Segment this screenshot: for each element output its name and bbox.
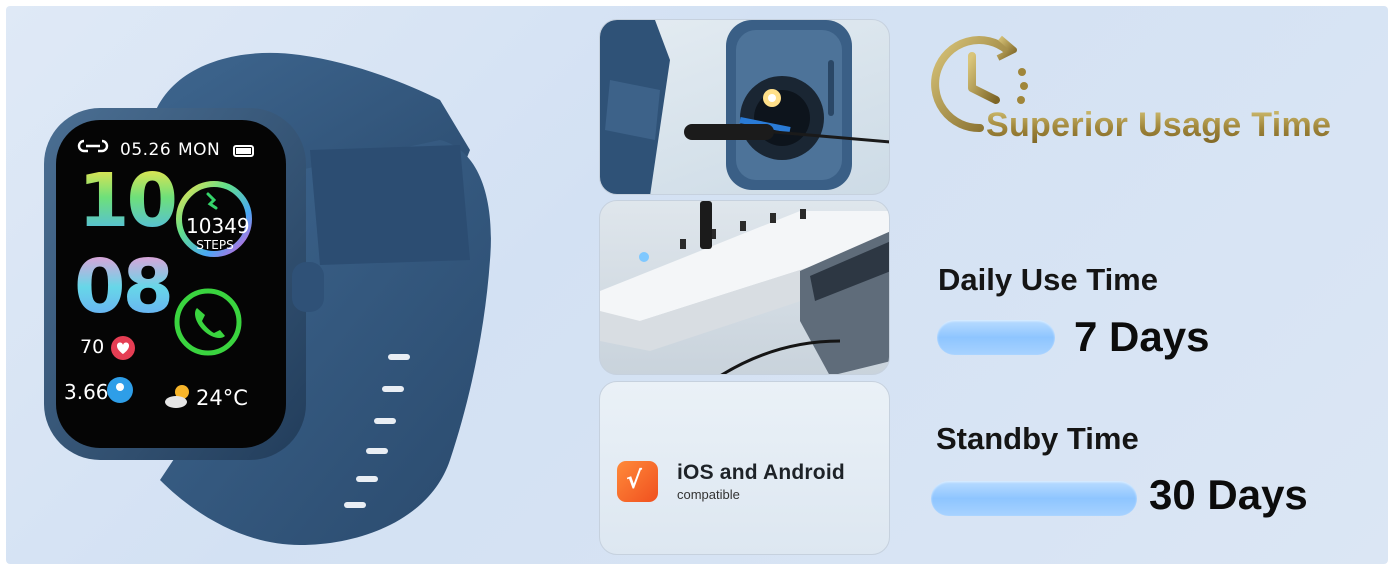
app-logo-icon: √ <box>617 460 658 502</box>
daily-use-bar <box>937 320 1055 355</box>
magnetic-charger-illustration <box>600 20 889 194</box>
watch-date: 05.26 <box>120 140 172 160</box>
daily-use-label: Daily Use Time <box>938 262 1158 297</box>
smartwatch-image: 05.26 MON 10 08 10349 STEPS 70 3.66 24°C <box>0 0 560 570</box>
watch-temperature: 24°C <box>196 386 248 410</box>
standby-value: 30 Days <box>1149 471 1308 518</box>
compatibility-subtitle: compatible <box>677 486 740 502</box>
charging-photo-tile <box>599 19 890 195</box>
standby-bar <box>931 481 1137 516</box>
app-compatibility-row: √ iOS and Android compatible <box>617 460 845 502</box>
compatibility-title: iOS and Android <box>677 460 845 484</box>
standby-label: Standby Time <box>936 421 1139 456</box>
power-strip-photo-tile <box>599 200 890 375</box>
daily-use-value: 7 Days <box>1074 313 1210 360</box>
watch-steps-label: STEPS <box>196 238 234 252</box>
headline: Superior Usage Time <box>986 106 1332 144</box>
watch-hour: 10 <box>78 158 178 244</box>
watch-steps-count: 10349 <box>186 214 250 238</box>
watch-heart-rate: 70 <box>80 336 105 358</box>
compatibility-tile: √ iOS and Android compatible <box>599 381 890 555</box>
watch-day: MON <box>178 140 221 160</box>
usb-charging-illustration <box>600 201 889 374</box>
watch-minute: 08 <box>74 244 174 330</box>
watch-distance: 3.66 <box>64 380 109 404</box>
